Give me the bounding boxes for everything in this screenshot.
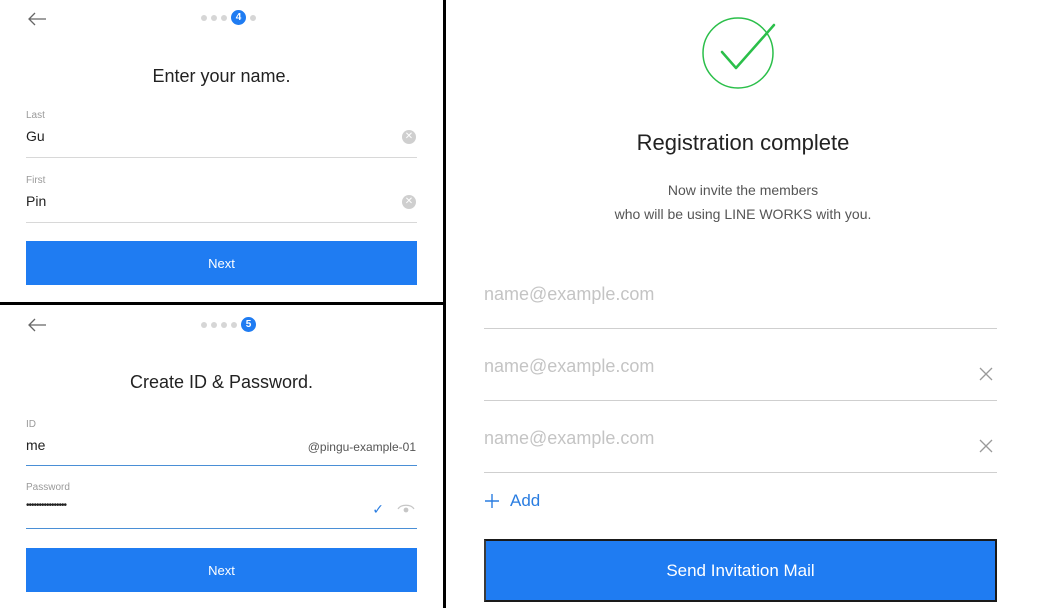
step-indicator: 4 [201,10,256,25]
step-dot [231,321,237,328]
name-step-panel: 4 Enter your name. Last Gu ✕ First Pin ✕… [0,0,443,302]
id-field[interactable]: ID me @pingu-example-01 [26,419,417,466]
step-indicator: 5 [201,317,256,332]
first-name-field[interactable]: First Pin ✕ [26,175,417,223]
step-dot-current: 4 [231,10,246,25]
id-step-panel: 5 Create ID & Password. ID me @pingu-exa… [0,305,443,608]
step-dot [221,321,227,328]
plus-icon [485,494,499,508]
email-placeholder[interactable]: name@example.com [484,428,654,449]
password-value[interactable]: •••••••••••••••• [26,500,417,516]
page-title: Create ID & Password. [129,372,314,392]
description-line-1: Now invite the members [667,182,819,198]
id-domain: @pingu-example-01 [307,440,416,454]
email-placeholder[interactable]: name@example.com [484,284,654,305]
description-line-2: who will be using LINE WORKS with you. [614,206,872,222]
eye-icon[interactable] [397,503,415,515]
first-name-value[interactable]: Pin [26,193,417,209]
back-arrow-icon[interactable] [27,318,47,332]
page-title: Registration complete [636,130,850,155]
remove-icon[interactable] [977,365,995,383]
field-underline [26,528,417,529]
step-dot [201,321,207,328]
step-dot [221,14,227,21]
success-check-icon [702,17,776,89]
step-dot [201,14,207,21]
next-button[interactable]: Next [26,548,417,592]
step-dot [250,14,256,21]
field-underline [484,400,997,401]
email-field-3[interactable]: name@example.com [484,428,997,473]
back-arrow-icon[interactable] [27,12,47,26]
check-icon: ✓ [372,501,384,517]
last-name-label: Last [26,110,45,121]
first-name-label: First [26,175,46,186]
field-underline [484,328,997,329]
field-underline [26,465,417,466]
send-invitation-button[interactable]: Send Invitation Mail [484,539,997,602]
last-name-value[interactable]: Gu [26,128,417,144]
add-email-button[interactable]: Add [484,491,540,511]
next-button[interactable]: Next [26,241,417,285]
add-label: Add [510,491,541,510]
last-name-field[interactable]: Last Gu ✕ [26,110,417,158]
password-label: Password [26,482,70,493]
registration-complete-panel: Registration complete Now invite the mem… [446,0,1040,608]
remove-icon[interactable] [977,437,995,455]
step-dot [211,14,217,21]
field-underline [26,157,417,158]
step-dot [211,321,217,328]
clear-icon[interactable]: ✕ [402,130,416,144]
id-label: ID [26,419,36,430]
email-placeholder[interactable]: name@example.com [484,356,654,377]
field-underline [484,472,997,473]
field-underline [26,222,417,223]
email-field-2[interactable]: name@example.com [484,356,997,401]
page-title: Enter your name. [152,66,291,86]
email-field-1[interactable]: name@example.com [484,284,997,329]
clear-icon[interactable]: ✕ [402,195,416,209]
password-field[interactable]: Password •••••••••••••••• ✓ [26,482,417,529]
step-dot-current: 5 [241,317,256,332]
